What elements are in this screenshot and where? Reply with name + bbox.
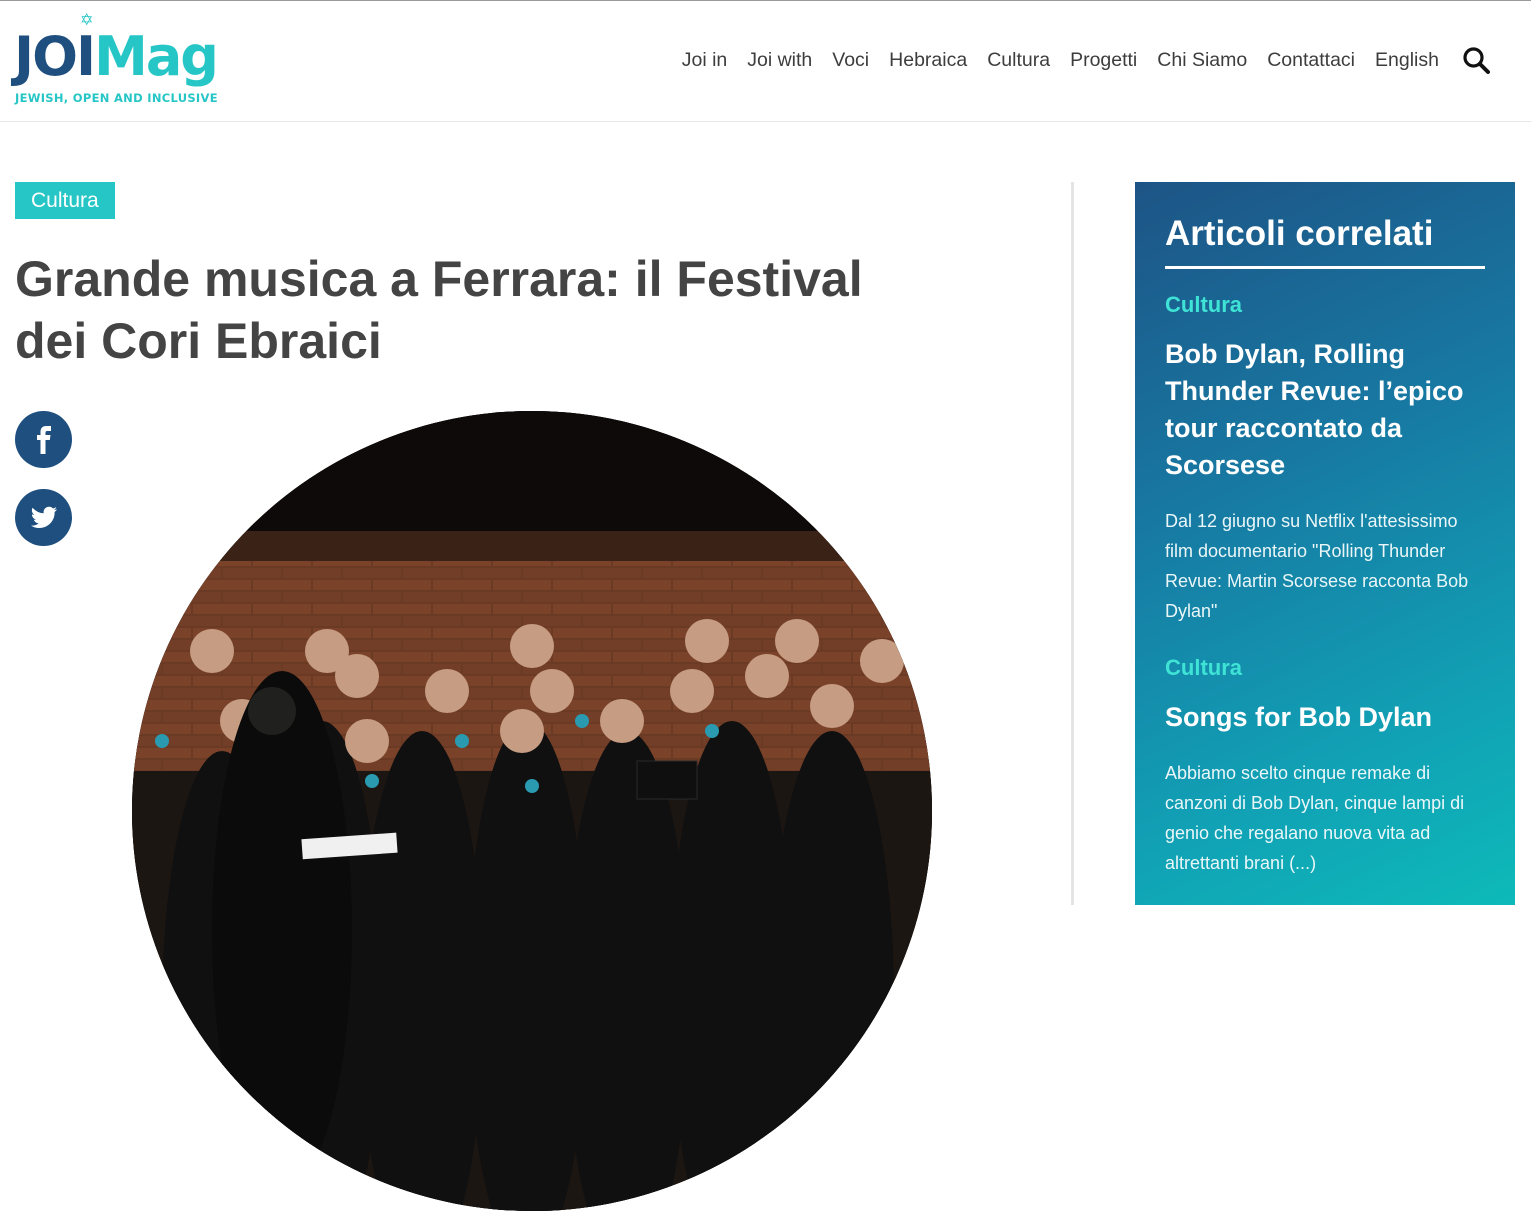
related-article-category[interactable]: Cultura — [1165, 290, 1490, 320]
related-article-title[interactable]: Bob Dylan, Rolling Thunder Revue: l’epic… — [1165, 336, 1490, 484]
related-article-category[interactable]: Cultura — [1165, 653, 1490, 683]
nav-item-cultura[interactable]: Cultura — [987, 46, 1050, 74]
related-article-excerpt: Dal 12 giugno su Netflix l'attesissimo f… — [1165, 511, 1469, 621]
nav-item-joi-in[interactable]: Joi in — [682, 46, 728, 74]
nav-item-hebraica[interactable]: Hebraica — [889, 46, 967, 74]
related-article-card[interactable]: Cultura Bob Dylan, Rolling Thunder Revue… — [1165, 290, 1490, 626]
nav-item-joi-with[interactable]: Joi with — [747, 46, 812, 74]
sidebar-heading-rule — [1165, 266, 1485, 269]
twitter-share-button[interactable] — [15, 489, 72, 546]
article-title: Grande musica a Ferrara: il Festival dei… — [15, 251, 863, 369]
article-hero-image — [132, 411, 932, 1211]
nav-item-voci[interactable]: Voci — [832, 46, 869, 74]
content-divider — [1071, 182, 1074, 905]
article-category-badge[interactable]: Cultura — [15, 182, 115, 219]
nav-item-contattaci[interactable]: Contattaci — [1267, 46, 1355, 74]
facebook-share-button[interactable] — [15, 411, 72, 468]
sidebar-heading: Articoli correlati — [1165, 214, 1434, 253]
logo-wordmark: JOIMag — [14, 25, 219, 88]
site-header: ✡ JOIMag JEWISH, OPEN AND INCLUSIVE Joi … — [0, 1, 1531, 122]
related-article-excerpt: Abbiamo scelto cinque remake di canzoni … — [1165, 763, 1465, 873]
related-articles-sidebar: Articoli correlati Cultura Bob Dylan, Ro… — [1135, 182, 1515, 905]
site-logo[interactable]: ✡ JOIMag JEWISH, OPEN AND INCLUSIVE — [14, 13, 219, 108]
facebook-icon — [36, 425, 51, 454]
nav-item-chi-siamo[interactable]: Chi Siamo — [1157, 46, 1247, 74]
nav-item-progetti[interactable]: Progetti — [1070, 46, 1137, 74]
related-article-card[interactable]: Cultura Songs for Bob Dylan Abbiamo scel… — [1165, 653, 1490, 878]
logo-tagline: JEWISH, OPEN AND INCLUSIVE — [15, 91, 218, 105]
main-nav: Joi in Joi with Voci Hebraica Cultura Pr… — [662, 45, 1491, 75]
nav-item-english[interactable]: English — [1375, 46, 1439, 74]
choir-photo — [132, 411, 932, 1211]
related-article-title[interactable]: Songs for Bob Dylan — [1165, 699, 1490, 736]
twitter-icon — [30, 506, 57, 528]
search-icon[interactable] — [1461, 45, 1491, 75]
